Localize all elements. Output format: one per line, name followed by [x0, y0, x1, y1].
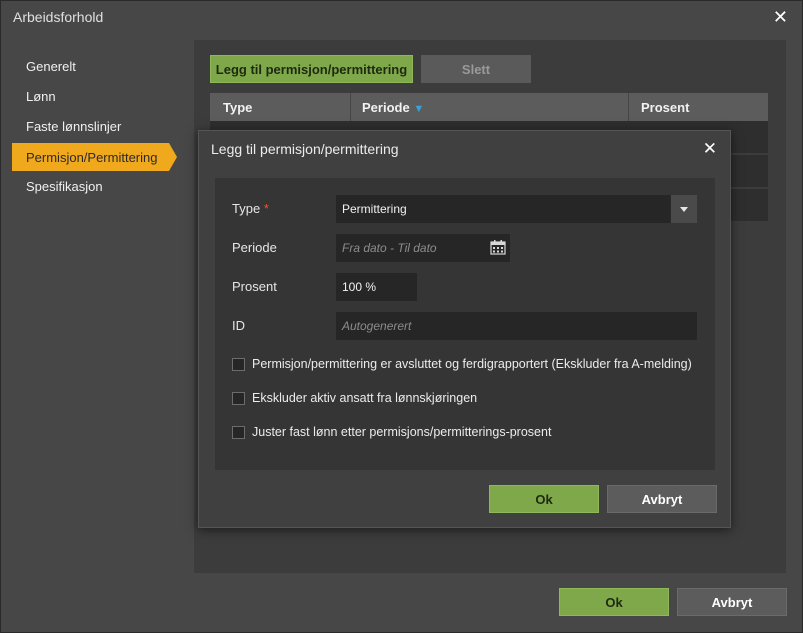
column-header-type[interactable]: Type — [223, 100, 252, 115]
juster-checkbox[interactable] — [232, 425, 245, 439]
type-label: Type * — [232, 201, 269, 216]
column-header-periode[interactable]: Periode ▼ — [362, 100, 424, 115]
calendar-icon[interactable] — [490, 239, 506, 255]
sidebar-item-faste-lonnslinjer[interactable]: Faste lønnslinjer — [26, 119, 121, 134]
column-header-prosent[interactable]: Prosent — [641, 100, 689, 115]
modal-ok-button[interactable]: Ok — [489, 485, 599, 513]
periode-date-range-field[interactable]: Fra dato - Til dato — [336, 234, 510, 262]
dropdown-button[interactable] — [670, 195, 697, 223]
checkbox-row-juster[interactable]: Juster fast lønn etter permisjons/permit… — [232, 425, 551, 439]
sidebar-item-permisjon-permittering[interactable]: Permisjon/Permittering — [12, 143, 177, 171]
close-icon[interactable]: ✕ — [703, 139, 717, 159]
prosent-value: 100 % — [342, 280, 377, 294]
required-marker: * — [263, 201, 269, 216]
table-header: Type Periode ▼ Prosent — [210, 93, 768, 121]
id-placeholder: Autogenerert — [342, 319, 412, 333]
prosent-label: Prosent — [232, 279, 277, 294]
checkbox-row-ekskluder[interactable]: Ekskluder aktiv ansatt fra lønnskjøringe… — [232, 391, 477, 405]
form-panel: Type * Permittering Periode Fra dato - T… — [215, 178, 715, 470]
sidebar-item-lonn[interactable]: Lønn — [26, 89, 56, 104]
juster-checkbox-label: Juster fast lønn etter permisjons/permit… — [252, 425, 552, 439]
periode-placeholder: Fra dato - Til dato — [342, 241, 437, 255]
footer-cancel-button[interactable]: Avbryt — [677, 588, 787, 616]
modal-cancel-button[interactable]: Avbryt — [607, 485, 717, 513]
sidebar-item-spesifikasjon[interactable]: Spesifikasjon — [26, 179, 103, 194]
type-select-value: Permittering — [342, 202, 407, 216]
checkbox-row-avsluttet[interactable]: Permisjon/permittering er avsluttet og f… — [232, 357, 692, 371]
sidebar-item-generelt[interactable]: Generelt — [26, 59, 76, 74]
column-divider — [350, 93, 351, 121]
prosent-input[interactable]: 100 % — [336, 273, 417, 301]
add-permisjon-modal: Legg til permisjon/permittering ✕ Type *… — [198, 130, 731, 528]
ekskluder-checkbox[interactable] — [232, 391, 245, 405]
modal-title: Legg til permisjon/permittering — [211, 141, 399, 157]
dialog-title: Arbeidsforhold — [13, 9, 104, 25]
sort-desc-icon: ▼ — [413, 103, 425, 115]
id-label: ID — [232, 318, 245, 333]
periode-label: Periode — [232, 240, 277, 255]
delete-button[interactable]: Slett — [421, 55, 531, 83]
type-label-text: Type — [232, 201, 261, 216]
footer-ok-button[interactable]: Ok — [559, 588, 669, 616]
type-select[interactable]: Permittering — [336, 195, 697, 223]
column-header-periode-label: Periode — [362, 100, 410, 115]
add-permisjon-button[interactable]: Legg til permisjon/permittering — [210, 55, 413, 83]
avsluttet-checkbox[interactable] — [232, 357, 245, 371]
ekskluder-checkbox-label: Ekskluder aktiv ansatt fra lønnskjøringe… — [252, 391, 478, 405]
close-icon[interactable]: ✕ — [773, 7, 788, 28]
id-input[interactable]: Autogenerert — [336, 312, 697, 340]
column-divider — [628, 93, 629, 121]
avsluttet-checkbox-label: Permisjon/permittering er avsluttet og f… — [252, 357, 692, 371]
chevron-down-icon — [680, 206, 688, 212]
